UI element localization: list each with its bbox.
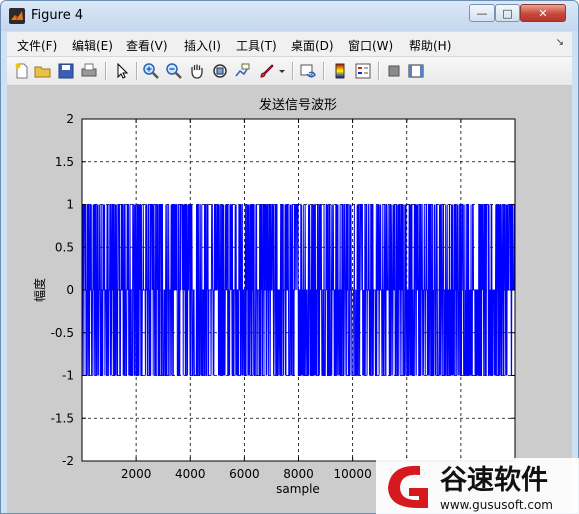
plot-svg[interactable]: 200040006000800010000120001400016000-2-1…: [7, 86, 572, 513]
zoom-out-icon[interactable]: [165, 62, 183, 80]
toolbar-separator: [378, 62, 379, 80]
toolbar-separator: [105, 62, 106, 80]
data-cursor-icon[interactable]: [234, 62, 252, 80]
y-tick-label: 1.5: [55, 155, 74, 169]
menu-view[interactable]: 查看(V): [126, 37, 168, 54]
x-tick-label: 10000: [334, 467, 372, 481]
x-tick-label: 4000: [175, 467, 206, 481]
menu-window[interactable]: 窗口(W): [348, 37, 393, 54]
signal-waveform: [81, 204, 515, 376]
y-tick-label: 2: [66, 112, 74, 126]
pan-hand-icon[interactable]: [188, 62, 206, 80]
x-axis-label: sample: [276, 482, 320, 496]
toolbar-separator: [323, 62, 324, 80]
title-bar[interactable]: Figure 4 — □ ✕: [1, 1, 578, 31]
legend-icon[interactable]: [354, 62, 372, 80]
brush-icon[interactable]: [258, 62, 276, 80]
colorbar-icon[interactable]: [331, 62, 349, 80]
y-tick-label: -2: [62, 454, 74, 468]
toolbar-separator: [292, 62, 293, 80]
menu-edit[interactable]: 编辑(E): [72, 37, 113, 54]
zoom-in-icon[interactable]: [142, 62, 160, 80]
menu-help[interactable]: 帮助(H): [409, 37, 451, 54]
menu-overflow-icon[interactable]: ↘: [556, 37, 564, 48]
close-button[interactable]: ✕: [520, 4, 566, 22]
rotate-3d-icon[interactable]: [211, 62, 229, 80]
minimize-button[interactable]: —: [469, 4, 495, 22]
y-tick-label: 0.5: [55, 240, 74, 254]
toolbar-separator: [136, 62, 137, 80]
y-tick-label: 0: [66, 283, 74, 297]
show-plot-tools-icon[interactable]: [407, 62, 425, 80]
signal-line: [81, 204, 515, 376]
x-tick-label: 2000: [121, 467, 152, 481]
chevron-down-icon[interactable]: [278, 62, 286, 80]
link-plot-icon[interactable]: [299, 62, 317, 80]
y-tick-label: -1: [62, 369, 74, 383]
figure-canvas: 200040006000800010000120001400016000-2-1…: [7, 86, 572, 513]
print-icon[interactable]: [80, 62, 98, 80]
x-tick-label: 6000: [229, 467, 260, 481]
y-tick-label: -1.5: [51, 411, 74, 425]
chart-title: 发送信号波形: [259, 97, 337, 113]
toolbar: [7, 57, 572, 86]
matlab-logo-icon: [9, 8, 25, 24]
y-axis-label: 幅度: [32, 278, 47, 302]
figure-window: Figure 4 — □ ✕ 文件(F) 编辑(E) 查看(V) 插入(I) 工…: [0, 0, 579, 514]
menu-file[interactable]: 文件(F): [17, 37, 57, 54]
watermark-url: www.gususoft.com: [440, 498, 553, 512]
maximize-button[interactable]: □: [495, 4, 520, 22]
menu-desktop[interactable]: 桌面(D): [291, 37, 334, 54]
gususoft-watermark: 谷速软件 www.gususoft.com: [376, 458, 579, 514]
menu-insert[interactable]: 插入(I): [184, 37, 221, 54]
watermark-brand: 谷速软件: [440, 465, 548, 496]
pointer-icon[interactable]: [113, 62, 131, 80]
save-icon[interactable]: [57, 62, 75, 80]
new-figure-icon[interactable]: [13, 62, 31, 80]
x-tick-label: 8000: [283, 467, 314, 481]
hide-plot-tools-icon[interactable]: [385, 62, 403, 80]
menu-tools[interactable]: 工具(T): [236, 37, 277, 54]
window-title: Figure 4: [31, 8, 84, 23]
y-tick-label: 1: [66, 198, 74, 212]
open-file-icon[interactable]: [34, 62, 52, 80]
menu-bar: 文件(F) 编辑(E) 查看(V) 插入(I) 工具(T) 桌面(D) 窗口(W…: [7, 32, 572, 57]
y-tick-label: -0.5: [51, 326, 74, 340]
